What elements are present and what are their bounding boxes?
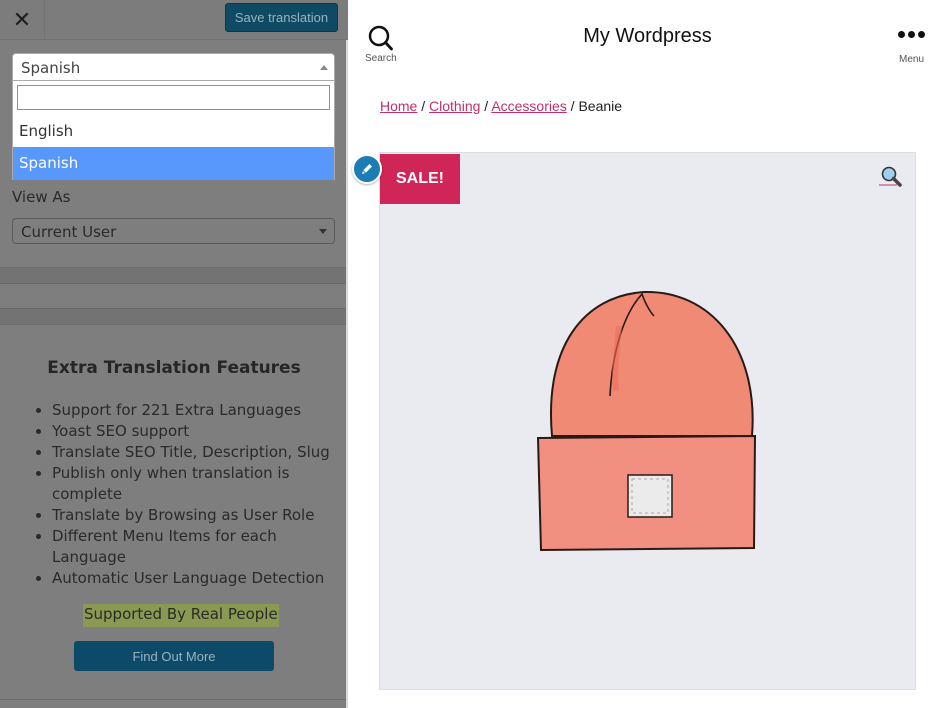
- feature-item: Automatic User Language Detection: [52, 568, 342, 589]
- menu-label[interactable]: Menu: [899, 54, 924, 65]
- breadcrumb-accessories[interactable]: Accessories: [491, 98, 566, 114]
- close-button[interactable]: ✕: [0, 0, 45, 40]
- find-out-more-button[interactable]: Find Out More: [74, 641, 274, 671]
- language-option-english[interactable]: English: [13, 115, 334, 148]
- breadcrumb-separator: /: [484, 98, 489, 114]
- close-icon: ✕: [12, 7, 32, 33]
- breadcrumb: Home / Clothing / Accessories / Beanie: [380, 98, 622, 114]
- promo-title: Extra Translation Features: [47, 358, 301, 378]
- translation-sidebar: ✕ Save translation Spanish English Spani…: [0, 0, 348, 708]
- feature-item: Translate by Browsing as User Role: [52, 505, 342, 526]
- language-select-value: Spanish: [21, 59, 81, 77]
- breadcrumb-clothing[interactable]: Clothing: [429, 98, 480, 114]
- language-select[interactable]: Spanish: [12, 53, 335, 80]
- feature-item: Support for 221 Extra Languages: [52, 400, 342, 421]
- view-as-value: Current User: [21, 223, 117, 241]
- breadcrumb-home[interactable]: Home: [380, 98, 417, 114]
- chevron-down-icon: [319, 229, 327, 234]
- breadcrumb-separator: /: [421, 98, 426, 114]
- feature-item: Publish only when translation is complet…: [52, 463, 342, 505]
- breadcrumb-separator: /: [570, 98, 575, 114]
- view-as-select[interactable]: Current User: [12, 218, 335, 244]
- divider: [0, 267, 346, 284]
- language-dropdown: English Spanish: [12, 80, 335, 180]
- site-preview: Search My Wordpress Menu Home / Clothing…: [350, 0, 937, 708]
- save-translation-button[interactable]: Save translation: [225, 3, 338, 32]
- view-as-label: View As: [12, 188, 71, 206]
- beanie-product-image[interactable]: [534, 286, 764, 556]
- divider: [0, 308, 346, 325]
- site-title[interactable]: My Wordpress: [350, 25, 937, 48]
- breadcrumb-current: Beanie: [578, 98, 623, 114]
- menu-icon[interactable]: [898, 31, 926, 43]
- feature-list: Support for 221 Extra Languages Yoast SE…: [52, 400, 342, 589]
- zoom-magnifier-icon[interactable]: [879, 165, 905, 191]
- search-label[interactable]: Search: [365, 53, 397, 64]
- feature-item: Yoast SEO support: [52, 421, 342, 442]
- supported-highlight: Supported By Real People: [83, 604, 279, 627]
- language-search-input[interactable]: [17, 85, 330, 110]
- chevron-up-icon: [320, 65, 328, 70]
- feature-item: Different Menu Items for each Language: [52, 526, 342, 568]
- feature-item: Translate SEO Title, Description, Slug: [52, 442, 342, 463]
- sale-badge: SALE!: [380, 154, 460, 204]
- divider: [0, 699, 346, 700]
- sidebar-topbar: ✕ Save translation: [0, 0, 348, 40]
- language-option-spanish[interactable]: Spanish: [13, 147, 334, 180]
- edit-pencil-icon[interactable]: [352, 154, 382, 184]
